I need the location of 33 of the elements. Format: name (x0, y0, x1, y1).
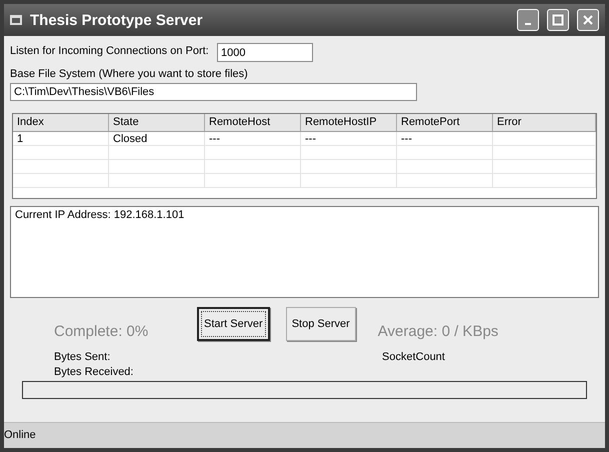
maximize-button[interactable] (547, 9, 569, 31)
base-path-field[interactable]: C:\Tim\Dev\Thesis\VB6\Files (10, 83, 417, 101)
table-cell: 1 (13, 132, 109, 145)
table-cell: --- (397, 132, 493, 145)
log-box[interactable]: Current IP Address: 192.168.1.101 (10, 206, 599, 298)
complete-label: Complete: 0% (54, 324, 150, 338)
table-cell: --- (301, 132, 397, 145)
close-icon (582, 14, 594, 26)
port-field[interactable]: 1000 (217, 43, 313, 62)
bytes-received-label: Bytes Received: (54, 366, 134, 379)
column-header[interactable]: Error (493, 114, 596, 131)
average-label: Average: 0 / KBps (378, 324, 498, 338)
column-header[interactable]: Index (13, 114, 109, 131)
log-line: Current IP Address: 192.168.1.101 (15, 209, 186, 222)
socket-count-label: SocketCount (382, 351, 445, 365)
close-button[interactable] (577, 9, 599, 31)
column-header[interactable]: State (109, 114, 205, 131)
start-server-button[interactable]: Start Server (197, 307, 270, 341)
maximize-icon (552, 14, 564, 26)
window-title: Thesis Prototype Server (30, 14, 204, 26)
port-label: Listen for Incoming Connections on Port: (10, 44, 210, 58)
table-cell: Closed (109, 132, 205, 145)
stop-server-button[interactable]: Stop Server (286, 307, 356, 341)
minimize-button[interactable] (517, 9, 539, 31)
bytes-sent-label: Bytes Sent: (54, 351, 112, 364)
table-cell: --- (205, 132, 301, 145)
window-icon (10, 15, 22, 25)
column-header[interactable]: RemoteHost (205, 114, 301, 131)
status-text: Online (4, 429, 36, 442)
column-header[interactable]: RemotePort (397, 114, 493, 131)
column-header[interactable]: RemoteHostIP (301, 114, 397, 131)
minimize-icon (525, 23, 531, 25)
base-path-label: Base File System (Where you want to store files) (10, 68, 249, 81)
